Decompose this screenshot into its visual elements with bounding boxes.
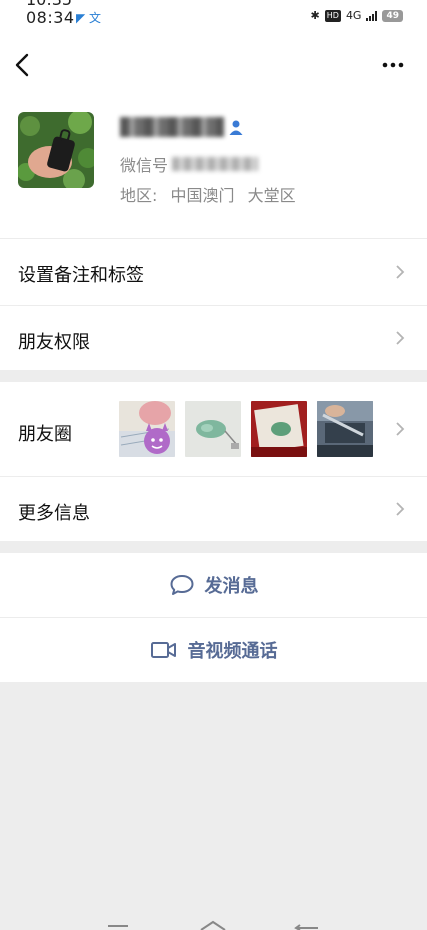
chevron-right-icon: [396, 502, 405, 516]
set-remarks-row[interactable]: 设置备注和标签: [0, 239, 427, 305]
nickname-redacted: [120, 117, 224, 137]
hd-badge-icon: HD: [324, 9, 341, 22]
friend-permissions-label: 朋友权限: [18, 332, 90, 353]
moments-thumbnails: [119, 401, 379, 457]
profile-header: 10:35 08:34 ◤ 文 ✱ HD 4G 49: [0, 0, 427, 238]
more-info-label: 更多信息: [18, 503, 90, 524]
chevron-right-icon: [396, 265, 405, 279]
bluetooth-icon: ✱: [310, 9, 320, 22]
section-gap: [0, 370, 427, 382]
status-app-icons: ◤ 文: [76, 11, 102, 25]
wechat-id-redacted: [172, 157, 259, 171]
chat-bubble-icon: [170, 575, 193, 595]
set-remarks-label: 设置备注和标签: [18, 265, 144, 286]
region-country: 中国澳门: [170, 186, 235, 205]
system-nav-bar: [108, 920, 318, 930]
chevron-left-icon: [15, 53, 29, 77]
region-district: 大堂区: [247, 186, 296, 205]
region-label: 地区:: [120, 186, 158, 205]
moments-thumbnail: [317, 401, 373, 457]
send-message-label: 发消息: [204, 576, 259, 597]
person-icon: [228, 119, 246, 137]
moments-thumbnail: [119, 401, 175, 457]
wechat-id-label: 微信号: [120, 156, 169, 175]
region-row: 地区: 中国澳门 大堂区: [120, 182, 304, 206]
moments-thumbnail: [185, 401, 241, 457]
moments-label: 朋友圈: [18, 424, 72, 445]
status-bar: 10:35 08:34 ◤ 文 ✱ HD 4G 49: [0, 0, 427, 36]
more-horizontal-icon: [382, 62, 404, 68]
battery-icon: 49: [382, 9, 403, 22]
back-nav-icon[interactable]: [294, 924, 318, 930]
status-time: 08:34: [26, 8, 75, 27]
video-call-label: 音视频通话: [187, 641, 278, 662]
avatar[interactable]: [18, 112, 94, 188]
video-call-button[interactable]: 音视频通话: [0, 618, 427, 682]
back-button[interactable]: [12, 50, 38, 80]
status-indicators: ✱ HD 4G 49: [311, 9, 403, 22]
more-button[interactable]: [379, 54, 409, 76]
send-message-button[interactable]: 发消息: [0, 553, 427, 617]
section-gap: [0, 541, 427, 553]
video-camera-icon: [150, 642, 176, 658]
wechat-id-row: 微信号: [120, 152, 259, 176]
moments-thumbnail: [251, 401, 307, 457]
more-info-row[interactable]: 更多信息: [0, 477, 427, 541]
chevron-right-icon: [396, 331, 405, 345]
home-nav-icon[interactable]: [200, 920, 226, 930]
friend-permissions-row[interactable]: 朋友权限: [0, 306, 427, 370]
network-label: 4G: [345, 9, 362, 22]
signal-icon: [366, 10, 378, 21]
chevron-right-icon: [396, 422, 405, 436]
moments-row[interactable]: 朋友圈: [0, 382, 427, 476]
